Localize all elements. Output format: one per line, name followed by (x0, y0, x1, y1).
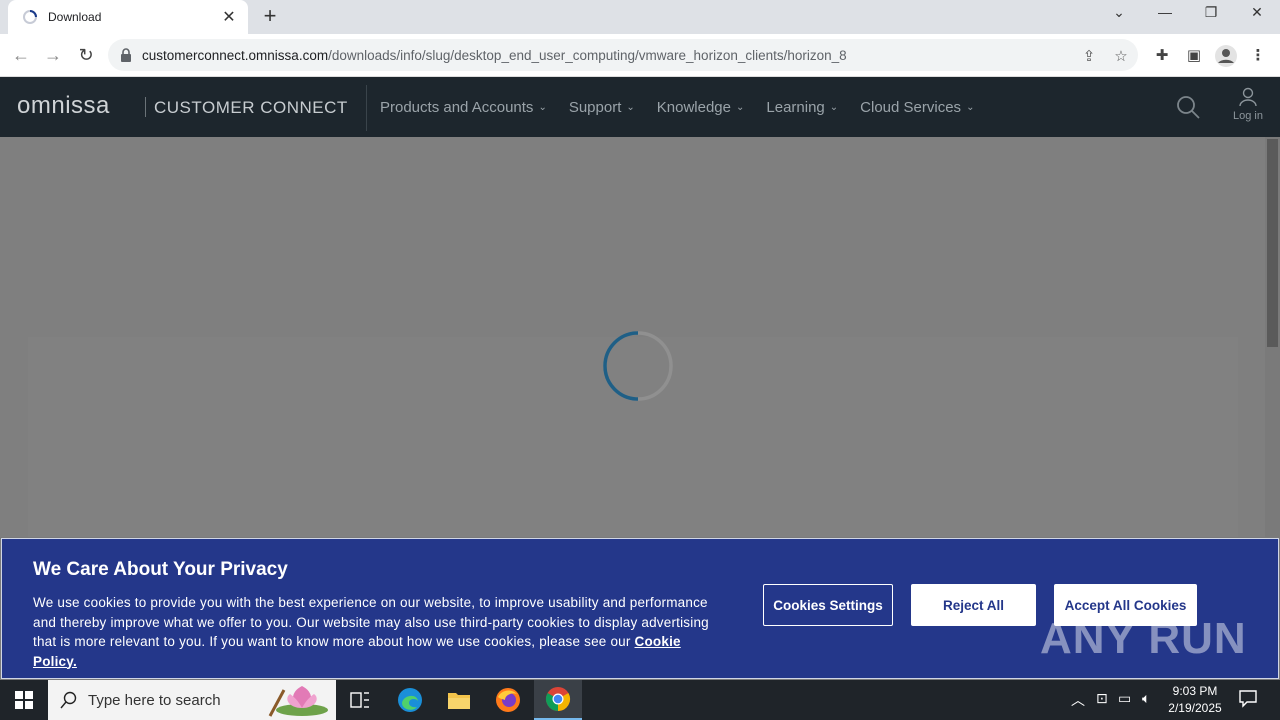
chevron-down-icon: ⌄ (829, 101, 839, 113)
search-icon (60, 691, 77, 709)
cookie-banner: We Care About Your Privacy We use cookie… (1, 538, 1279, 679)
anyrun-watermark: ANY RUN (1040, 614, 1247, 663)
taskbar-clock[interactable]: 9:03 PM 2/19/2025 (1160, 683, 1230, 717)
notifications-icon[interactable] (1238, 688, 1258, 711)
restore-icon[interactable]: ❐ (1196, 4, 1226, 26)
nav-item-products-and-accounts[interactable]: Products and Accounts ⌄ (380, 99, 547, 116)
tab-title: Download (48, 10, 102, 24)
logo-divider (145, 97, 146, 117)
user-icon (1239, 87, 1257, 107)
site-header: omnissa CUSTOMER CONNECT Products and Ac… (0, 77, 1280, 137)
task-view-icon[interactable] (336, 680, 384, 720)
chevron-down-icon: ⌄ (966, 101, 975, 113)
nav-divider (366, 85, 367, 131)
reject-all-button[interactable]: Reject All (911, 584, 1036, 626)
cookies-settings-button[interactable]: Cookies Settings (763, 584, 893, 626)
browser-toolbar: ← → ↻ customerconnect.omnissa.com/downlo… (0, 34, 1280, 77)
nav-item-learning[interactable]: Learning ⌄ (766, 99, 838, 116)
tab-close-icon[interactable]: ✕ (220, 7, 238, 27)
url-text: customerconnect.omnissa.com/downloads/in… (142, 47, 847, 63)
side-panel-icon[interactable]: ▣ (1184, 46, 1204, 66)
chevron-down-icon: ⌄ (538, 101, 547, 113)
main-nav: Products and Accounts ⌄ Support ⌄ Knowledg… (380, 77, 996, 137)
nav-item-cloud-services[interactable]: Cloud Services ⌄ (860, 99, 974, 116)
profile-avatar-icon[interactable] (1214, 44, 1238, 68)
reload-icon[interactable]: ↻ (74, 43, 98, 67)
edge-browser-icon[interactable] (386, 680, 434, 720)
address-bar[interactable]: customerconnect.omnissa.com/downloads/in… (108, 39, 1138, 71)
windows-taskbar: Type here to search ︿ ⊡ ▭ 🔈︎ 9:03 PM 2/1… (0, 680, 1280, 720)
firefox-icon[interactable] (484, 680, 532, 720)
login-button[interactable]: Log in (1228, 87, 1268, 122)
taskbar-search-placeholder: Type here to search (88, 691, 221, 709)
forward-arrow-icon[interactable]: → (41, 43, 65, 67)
window-close-icon[interactable]: ✕ (1242, 4, 1272, 26)
windows-logo-icon (15, 691, 33, 709)
browser-tab[interactable]: Download ✕ (8, 0, 248, 34)
page-content-overlay (0, 137, 1265, 537)
brand-title[interactable]: CUSTOMER CONNECT (154, 98, 348, 118)
site-logo[interactable]: omnissa (17, 92, 110, 120)
chevron-down-icon: ⌄ (736, 101, 745, 113)
volume-icon[interactable]: 🔈︎ (1142, 690, 1150, 707)
extensions-puzzle-icon[interactable]: ✚ (1152, 46, 1172, 66)
cookie-banner-text: We use cookies to provide you with the b… (33, 595, 709, 669)
tab-search-chevron-icon[interactable]: ⌄ (1104, 4, 1134, 26)
start-button[interactable] (0, 680, 48, 720)
tray-chevron-up-icon[interactable]: ︿ (1071, 690, 1085, 710)
nav-item-support[interactable]: Support ⌄ (569, 99, 635, 116)
cookie-banner-title: We Care About Your Privacy (33, 559, 288, 580)
network-icon[interactable]: ▭ (1118, 690, 1131, 707)
loading-spinner-icon (603, 331, 673, 401)
search-icon[interactable] (1176, 95, 1200, 119)
chrome-icon[interactable] (534, 680, 582, 720)
file-explorer-icon[interactable] (435, 680, 483, 720)
chevron-down-icon: ⌄ (626, 101, 635, 113)
clock-time: 9:03 PM (1172, 684, 1218, 698)
share-icon[interactable]: ⇪ (1080, 47, 1098, 65)
minimize-icon[interactable]: — (1150, 4, 1180, 26)
login-label: Log in (1233, 110, 1263, 122)
new-tab-button[interactable]: + (258, 5, 282, 29)
browser-tab-strip: Download ✕ + ⌄ — ❐ ✕ (0, 0, 1280, 34)
tray-device-icon[interactable]: ⊡ (1096, 690, 1108, 707)
nav-item-knowledge[interactable]: Knowledge ⌄ (657, 99, 745, 116)
bookmark-star-icon[interactable]: ☆ (1112, 47, 1130, 65)
back-arrow-icon[interactable]: ← (9, 43, 33, 67)
lotus-search-highlight-icon (268, 686, 328, 717)
clock-date: 2/19/2025 (1168, 701, 1222, 715)
page-scrollbar[interactable] (1265, 137, 1280, 537)
scrollbar-thumb[interactable] (1267, 139, 1278, 347)
menu-kebab-icon[interactable]: ⋮ (1248, 46, 1268, 66)
lock-icon (121, 48, 131, 62)
loading-favicon-icon (23, 10, 37, 24)
taskbar-search[interactable]: Type here to search (48, 680, 336, 720)
